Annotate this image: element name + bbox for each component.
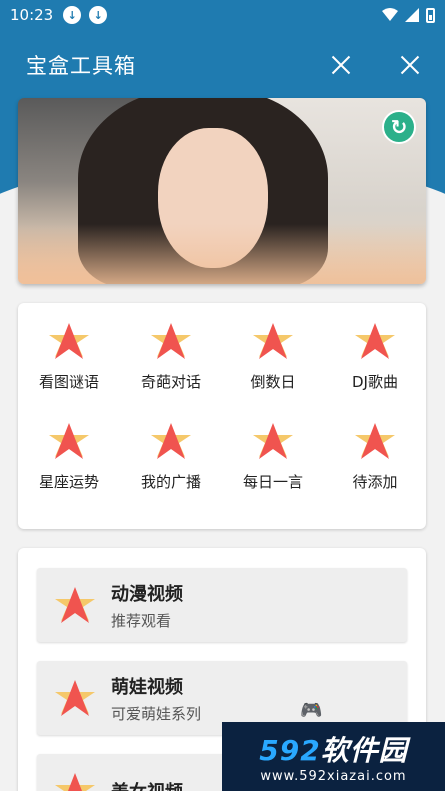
star-icon xyxy=(55,773,95,791)
grid-item-daily-quote[interactable]: 每日一言 xyxy=(222,421,324,521)
tools-grid-card: 看图谜语 奇葩对话 倒数日 DJ歌曲 星座运势 我的广播 每日一言 待添加 xyxy=(18,303,426,529)
star-icon xyxy=(49,323,89,359)
star-icon xyxy=(151,323,191,359)
star-icon xyxy=(49,423,89,459)
list-item-text: 萌娃视频 可爱萌娃系列 xyxy=(111,673,201,724)
banner-image[interactable]: ↻ xyxy=(18,98,426,284)
list-item-text: 动漫视频 推荐观看 xyxy=(111,580,183,631)
watermark-number: 592 xyxy=(259,734,321,767)
status-time: 10:23 xyxy=(10,6,54,24)
list-item-title: 萌娃视频 xyxy=(111,676,183,698)
download-icon: ↓ xyxy=(63,6,82,24)
star-icon xyxy=(253,423,293,459)
cellular-icon xyxy=(405,8,419,22)
list-item-title: 美女视频 xyxy=(111,778,183,791)
grid-item-label: 待添加 xyxy=(352,473,398,491)
list-item-text: 美女视频 xyxy=(111,778,183,791)
star-icon xyxy=(55,680,95,716)
grid-item-label: 星座运势 xyxy=(38,473,99,491)
close-icon[interactable] xyxy=(328,52,354,78)
list-item-subtitle: 可爱萌娃系列 xyxy=(111,704,202,723)
grid-item-dj-songs[interactable]: DJ歌曲 xyxy=(324,321,426,421)
grid-item-riddle[interactable]: 看图谜语 xyxy=(18,321,120,421)
battery-icon xyxy=(426,7,435,23)
grid-item-horoscope[interactable]: 星座运势 xyxy=(18,421,120,521)
gamepad-icon: 🎮 xyxy=(300,700,323,721)
download-icon: ↓ xyxy=(89,6,108,24)
refresh-icon[interactable]: ↻ xyxy=(382,110,416,144)
star-icon xyxy=(355,423,395,459)
star-icon xyxy=(151,423,191,459)
list-item-title: 动漫视频 xyxy=(111,583,183,605)
watermark-text: 软件园 xyxy=(320,734,408,767)
app-bar: 宝盒工具箱 xyxy=(0,40,445,90)
status-icons xyxy=(382,7,435,23)
grid-item-my-radio[interactable]: 我的广播 xyxy=(120,421,222,521)
star-icon xyxy=(55,587,95,623)
close-icon[interactable] xyxy=(397,52,423,78)
watermark: 592软件园 www.592xiazai.com xyxy=(222,722,445,791)
grid-item-label: 我的广播 xyxy=(140,473,201,491)
grid-item-label: 每日一言 xyxy=(242,473,303,491)
star-icon xyxy=(253,323,293,359)
list-item-subtitle: 推荐观看 xyxy=(111,611,172,630)
star-icon xyxy=(355,323,395,359)
grid-item-to-add[interactable]: 待添加 xyxy=(324,421,426,521)
grid-item-label: 倒数日 xyxy=(250,373,296,391)
grid-item-countdown[interactable]: 倒数日 xyxy=(222,321,324,421)
status-bar: 10:23 ↓ ↓ xyxy=(0,0,445,30)
grid-item-label: DJ歌曲 xyxy=(352,373,398,391)
tools-grid: 看图谜语 奇葩对话 倒数日 DJ歌曲 星座运势 我的广播 每日一言 待添加 xyxy=(18,303,426,521)
watermark-brand: 592软件园 xyxy=(259,729,407,769)
watermark-url: www.592xiazai.com xyxy=(260,769,407,784)
grid-item-funny-dialog[interactable]: 奇葩对话 xyxy=(120,321,222,421)
list-item-anime-video[interactable]: 动漫视频 推荐观看 xyxy=(37,568,407,642)
grid-item-label: 奇葩对话 xyxy=(140,373,201,391)
grid-item-label: 看图谜语 xyxy=(38,373,99,391)
app-title: 宝盒工具箱 xyxy=(26,54,136,78)
wifi-icon xyxy=(382,8,398,21)
